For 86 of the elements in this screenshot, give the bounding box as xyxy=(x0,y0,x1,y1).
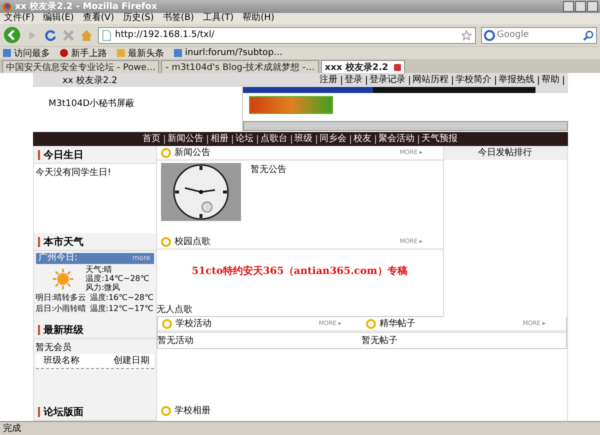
bookmark-item[interactable]: 访问最多 xyxy=(3,46,50,60)
menu-item[interactable]: 编辑(E) xyxy=(43,13,74,24)
maximize-button[interactable] xyxy=(575,1,586,12)
section-title: 本市天气 xyxy=(44,235,84,248)
forecast-day: 后日:小雨转晴 xyxy=(36,304,90,314)
top-link[interactable]: 网站历程 xyxy=(410,76,452,84)
posts-text: 暂无帖子 xyxy=(362,332,566,348)
address-bar[interactable]: http://192.168.1.5/txl/ xyxy=(98,26,476,44)
empty-text: 暂无会员 xyxy=(36,342,72,354)
window-title: xx 校友录2.2 - Mozilla Firefox xyxy=(15,0,158,12)
weather-text: 天气:晴 xyxy=(86,265,114,274)
scrollbar[interactable] xyxy=(242,121,568,131)
browser-tab[interactable]: xxx 校友录2.2 xyxy=(320,60,406,73)
header-marker-icon xyxy=(38,324,40,334)
browser-tab[interactable]: 中国安天信息安全专业论坛 - Powe… xyxy=(2,60,160,73)
browser-tab[interactable]: - m3t104d's Blog-技术成就梦想 -… xyxy=(161,60,319,73)
bookmark-item[interactable]: 新手上路 xyxy=(60,46,107,60)
close-tab-icon[interactable] xyxy=(394,64,402,70)
forecast-temperature: 温度:12℃~17℃ xyxy=(90,304,154,314)
star-icon[interactable] xyxy=(461,30,472,40)
nav-link[interactable]: 论坛 xyxy=(232,134,256,144)
search-engine-icon[interactable] xyxy=(484,30,495,40)
section-title: 今日生日 xyxy=(44,148,84,162)
site-title: xx 校友录2.2 xyxy=(62,74,118,86)
top-link[interactable]: 登录 xyxy=(342,76,366,84)
page-icon xyxy=(102,30,111,40)
firefox-icon xyxy=(2,2,12,12)
bullet-icon xyxy=(366,318,376,328)
top-link[interactable]: 举报热线 xyxy=(496,76,538,84)
section-title: 精华帖子 xyxy=(380,318,416,330)
nav-link[interactable]: 点歌台 xyxy=(256,134,290,144)
bullet-icon xyxy=(160,406,170,416)
bullet-icon xyxy=(160,236,170,246)
news-text: 暂无公告 xyxy=(250,164,286,177)
search-box[interactable]: Google xyxy=(481,26,597,44)
city-label: 广州今日: xyxy=(38,253,78,264)
section-title: 学校相册 xyxy=(174,404,212,417)
column-header: 创建日期 xyxy=(114,354,150,367)
search-icon[interactable] xyxy=(583,30,594,40)
top-link[interactable]: 注册 xyxy=(316,76,342,84)
activities-text: 暂无活动 xyxy=(158,332,362,348)
column-header: 班级名称 xyxy=(44,354,80,367)
nav-link[interactable]: 天气预报 xyxy=(418,134,460,144)
menu-item[interactable]: 帮助(H) xyxy=(242,13,274,24)
top-link[interactable]: 帮助 xyxy=(538,76,564,84)
section-title: 论坛版面 xyxy=(44,406,84,418)
bullet-icon xyxy=(162,318,172,328)
menu-item[interactable]: 书签(B) xyxy=(162,13,194,24)
reload-icon[interactable] xyxy=(44,28,57,42)
weather-text: 风力:微风 xyxy=(86,283,122,292)
birthday-text: 今天没有同学生日! xyxy=(36,168,112,178)
section-title: 校园点歌 xyxy=(174,236,212,248)
bookmark-item[interactable]: inurl:forum/?subtop… xyxy=(174,48,283,58)
section-title: 今日发帖排行 xyxy=(444,146,566,160)
nav-link[interactable]: 校友 xyxy=(350,134,374,144)
banner-text: 51cto特约安天365（antian365.com）专稿 xyxy=(190,264,408,278)
nav-link[interactable]: 新闻公告 xyxy=(164,134,206,144)
minimize-button[interactable] xyxy=(563,1,574,12)
section-title: 新闻公告 xyxy=(174,146,212,159)
top-link[interactable]: 登录记录 xyxy=(366,76,410,84)
section-title: 最新班级 xyxy=(44,323,84,336)
menu-item[interactable]: 工具(T) xyxy=(203,13,234,24)
top-link[interactable]: 学校简介 xyxy=(452,76,496,84)
nav-link[interactable]: 班级 xyxy=(290,134,316,144)
header-marker-icon xyxy=(38,150,40,160)
status-text: 完成 xyxy=(3,422,21,435)
nav-link[interactable]: 聚会活动 xyxy=(374,134,418,144)
menu-item[interactable]: 查看(V) xyxy=(82,13,114,24)
nav-link[interactable]: 相册 xyxy=(206,134,232,144)
menu-item[interactable]: 历史(S) xyxy=(123,13,154,24)
nav-link[interactable]: 同乡会 xyxy=(316,134,350,144)
header-marker-icon xyxy=(38,236,40,246)
menu-item[interactable]: 文件(F) xyxy=(4,13,34,24)
weather-text: 温度:14℃~28℃ xyxy=(86,274,150,283)
songs-text: 无人点歌 xyxy=(156,304,194,316)
bullet-icon xyxy=(160,148,170,158)
close-button[interactable] xyxy=(587,1,598,12)
header-marker-icon xyxy=(38,406,40,416)
sun-icon xyxy=(52,268,74,290)
section-title: 学校活动 xyxy=(176,318,212,330)
forecast-temperature: 温度:16℃~28℃ xyxy=(90,293,154,303)
bookmark-item[interactable]: 最新头条 xyxy=(117,46,164,60)
nav-link[interactable]: 首页 xyxy=(140,134,164,144)
notice-text: M3t104D小秘书屏蔽 xyxy=(48,98,135,110)
back-button[interactable] xyxy=(3,26,21,44)
forecast-day: 明日:晴转多云 xyxy=(36,293,90,303)
